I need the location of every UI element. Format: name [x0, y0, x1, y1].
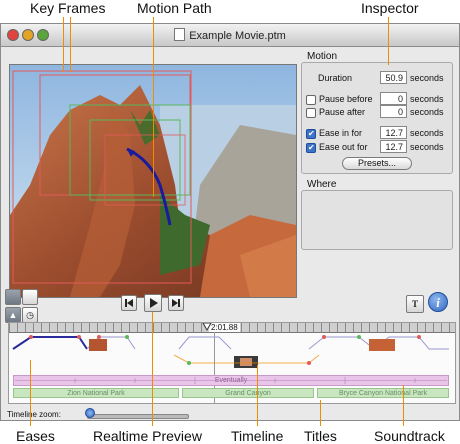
motion-header: Motion: [307, 51, 338, 62]
duration-units: seconds: [410, 73, 444, 83]
next-button[interactable]: [168, 295, 184, 311]
callout-line-soundtrack: [403, 385, 404, 426]
callout-line-key-frames-b: [70, 17, 71, 72]
callout-timeline: Timeline: [231, 428, 284, 444]
duration-field[interactable]: 50.9: [380, 71, 407, 84]
timeline-zoom-slider[interactable]: [87, 414, 189, 419]
ease-in-checkbox[interactable]: [306, 129, 316, 139]
callout-line-key-frames-a: [63, 17, 64, 72]
timeline-zoom-label: Timeline zoom:: [7, 410, 61, 419]
info-button[interactable]: i: [428, 292, 448, 312]
timeline[interactable]: 2:01.88 Eventually Zion National Park Gr…: [8, 322, 456, 404]
callout-line-eases: [30, 360, 31, 426]
where-header: Where: [307, 179, 337, 190]
callout-line-motion-path: [153, 17, 154, 197]
presets-button[interactable]: Presets...: [342, 157, 412, 170]
ease-in-units: seconds: [410, 128, 444, 138]
ease-out-field[interactable]: 12.7: [380, 140, 407, 153]
previous-button[interactable]: [121, 295, 137, 311]
ease-out-checkbox[interactable]: [306, 143, 316, 153]
pause-before-label: Pause before: [319, 94, 373, 104]
callout-eases: Eases: [16, 428, 55, 444]
callout-motion-path: Motion Path: [137, 0, 212, 16]
ease-in-field[interactable]: 12.7: [380, 126, 407, 139]
pause-after-units: seconds: [410, 107, 444, 117]
title-clip-1[interactable]: Zion National Park: [13, 388, 179, 398]
clock-icon[interactable]: ◷: [22, 307, 38, 323]
document-icon: [174, 28, 186, 41]
callout-soundtrack: Soundtrack: [374, 428, 445, 444]
play-icon: [150, 298, 158, 308]
callout-realtime-preview: Realtime Preview: [93, 428, 202, 444]
soundtrack-waveform: [15, 377, 447, 384]
timeline-zoom-knob[interactable]: [85, 408, 95, 418]
pause-before-units: seconds: [410, 94, 444, 104]
callout-line-realtime-preview: [152, 312, 153, 426]
pause-after-checkbox[interactable]: [306, 108, 316, 118]
title-clip-3[interactable]: Bryce Canyon National Park: [317, 388, 449, 398]
playhead-icon[interactable]: [202, 322, 212, 332]
skip-back-icon: [125, 299, 133, 307]
motion-panel: Duration 50.9 seconds Pause before 0 sec…: [301, 62, 453, 174]
callout-line-inspector: [388, 17, 389, 65]
callout-line-titles: [320, 400, 321, 426]
map-icon[interactable]: ▲: [5, 307, 21, 323]
title-clip-2[interactable]: Grand Canyon: [182, 388, 314, 398]
callout-titles: Titles: [304, 428, 337, 444]
pause-before-checkbox[interactable]: [306, 95, 316, 105]
text-tool-button[interactable]: T: [406, 295, 424, 313]
app-window: Example Movie.ptm Motion Duration 50.9 s…: [0, 23, 460, 421]
skip-forward-icon: [172, 299, 180, 307]
callout-inspector: Inspector: [361, 0, 419, 16]
ease-out-label: Ease out for: [319, 142, 368, 152]
ease-out-units: seconds: [410, 142, 444, 152]
window-title: Example Movie.ptm: [189, 30, 286, 42]
pause-before-field[interactable]: 0: [380, 92, 407, 105]
callout-line-timeline: [257, 365, 258, 426]
playhead-time: 2:01.88: [209, 323, 240, 332]
pause-after-label: Pause after: [319, 107, 366, 117]
pause-after-field[interactable]: 0: [380, 105, 407, 118]
view-mode-filmstrip-button[interactable]: [5, 289, 21, 305]
duration-label: Duration: [318, 73, 353, 83]
view-mode-single-button[interactable]: [22, 289, 38, 305]
callout-key-frames: Key Frames: [30, 0, 106, 16]
where-panel: [301, 190, 453, 250]
video-track[interactable]: [9, 333, 455, 373]
ease-in-label: Ease in for: [319, 128, 363, 138]
play-button[interactable]: [144, 294, 162, 312]
